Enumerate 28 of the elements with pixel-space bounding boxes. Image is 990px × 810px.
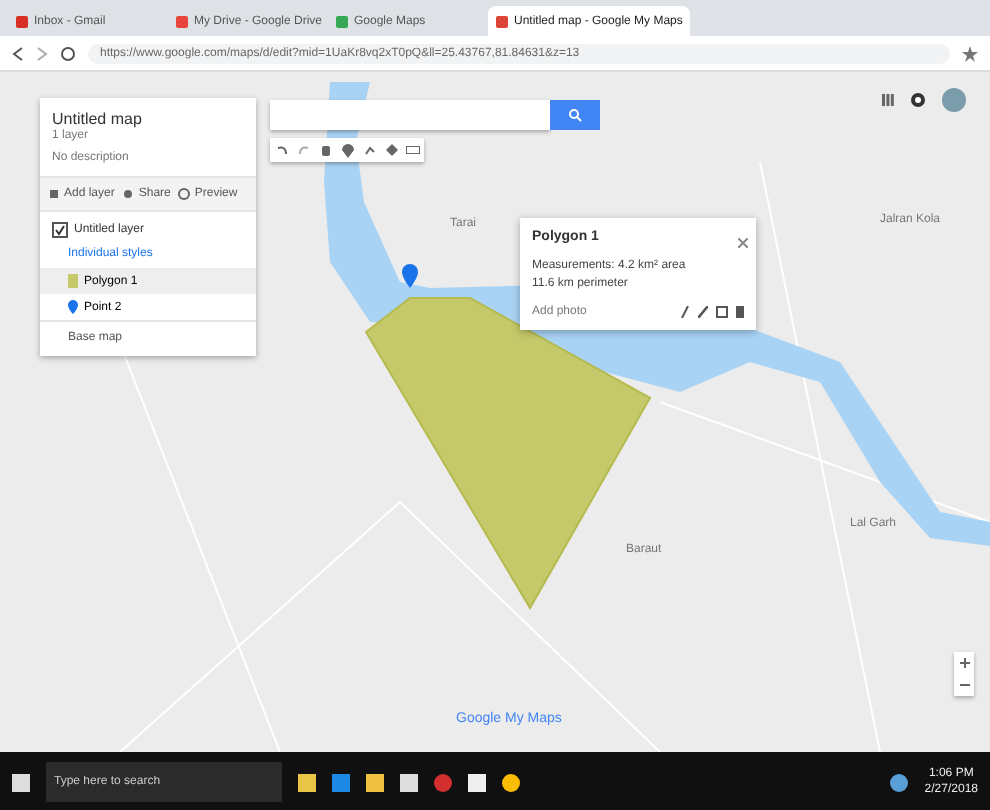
check-icon: [54, 224, 66, 236]
ruler-icon: [406, 146, 420, 154]
plus-icon: [959, 658, 969, 668]
diamond-icon: [385, 144, 397, 156]
edit-icon[interactable]: [698, 306, 708, 318]
undo-button[interactable]: [270, 138, 292, 162]
add-layer-icon: [48, 188, 60, 200]
preview-icon: [178, 188, 191, 200]
search-icon: [568, 108, 582, 122]
windows-icon[interactable]: [12, 773, 30, 791]
layer-checkbox[interactable]: [52, 222, 68, 238]
map-title[interactable]: Untitled map: [40, 98, 256, 128]
apps-icon[interactable]: [882, 94, 894, 106]
close-icon: [738, 238, 748, 248]
undo-icon: [275, 144, 287, 156]
zoom-in-button[interactable]: [954, 652, 974, 674]
share-icon: [122, 188, 135, 200]
zoom-out-button[interactable]: [954, 674, 974, 696]
map-pin[interactable]: [402, 264, 418, 288]
minus-icon: [959, 680, 969, 690]
marker-icon: [341, 143, 353, 157]
ruler-button[interactable]: [402, 138, 424, 162]
star-icon[interactable]: [962, 45, 978, 61]
search-button[interactable]: [550, 100, 600, 130]
line-icon: [363, 144, 375, 156]
search-field[interactable]: [270, 100, 550, 130]
redo-icon: [297, 144, 309, 156]
back-icon[interactable]: [12, 45, 24, 61]
